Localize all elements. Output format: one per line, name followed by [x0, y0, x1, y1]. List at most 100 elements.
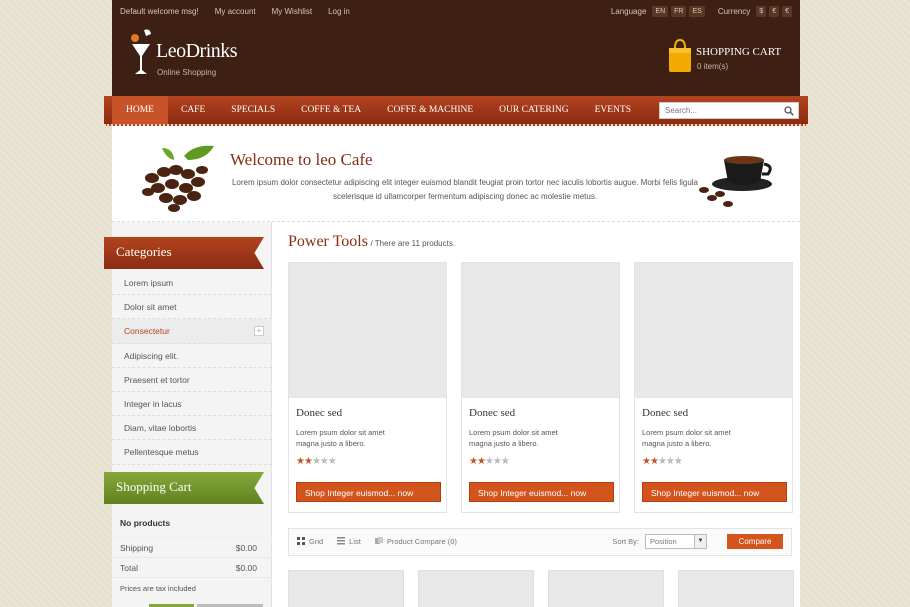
star-empty-icon: ★ — [327, 456, 337, 467]
shopping-bag-icon — [669, 38, 691, 72]
main-content: Power Tools / There are 11 products. Don… — [288, 222, 800, 607]
sidebar: Categories Lorem ipsum Dolor sit amet Co… — [104, 222, 272, 607]
sort-select[interactable]: Position ▼ — [645, 534, 707, 549]
search-icon[interactable] — [784, 106, 794, 116]
expand-plus-icon[interactable]: + — [254, 326, 264, 337]
product-image[interactable] — [288, 570, 404, 607]
product-card: Donec sed Lorem psum dolor sit amet magn… — [634, 262, 793, 513]
my-wishlist-link[interactable]: My Wishlist — [272, 7, 312, 16]
product-name[interactable]: Donec sed — [469, 407, 515, 419]
category-item[interactable]: Pellentesque metus — [112, 440, 272, 465]
welcome-title: Welcome to leo Cafe — [230, 150, 373, 169]
star-empty-icon: ★ — [484, 456, 494, 467]
language-en[interactable]: EN — [652, 6, 669, 17]
currency-euro-2[interactable]: € — [782, 6, 792, 17]
star-filled-icon: ★ — [469, 456, 478, 467]
grid-icon — [297, 537, 305, 545]
currency-dollar[interactable]: $ — [756, 6, 767, 17]
language-label: Language — [610, 7, 647, 16]
nav-our-catering[interactable]: OUR CATERING — [486, 96, 581, 124]
currency-euro[interactable]: € — [769, 6, 780, 17]
shop-now-button[interactable]: Shop Integer euismod... now — [642, 482, 787, 502]
product-image[interactable] — [289, 263, 446, 398]
product-image[interactable] — [462, 263, 619, 398]
shop-now-button[interactable]: Shop Integer euismod... now — [296, 482, 441, 502]
welcome-message: Default welcome msg! — [120, 7, 199, 16]
total-label: Total — [120, 563, 138, 573]
header-cart-count: 0 item(s) — [697, 62, 729, 71]
login-link[interactable]: Log in — [328, 7, 350, 16]
page-title: Power Tools — [288, 233, 368, 250]
product-description: Lorem psum dolor sit amet magna justo a … — [296, 428, 385, 448]
rating-stars: ★★★★★ — [642, 456, 683, 467]
star-filled-icon: ★ — [476, 456, 486, 467]
product-compare-link[interactable]: Product Compare (0) — [374, 537, 457, 546]
product-compare-label: Product Compare (0) — [386, 537, 457, 546]
product-image[interactable] — [548, 570, 664, 607]
category-item[interactable]: Adipiscing elit. — [112, 344, 272, 368]
coffee-beans-image — [142, 145, 214, 212]
product-image[interactable] — [635, 263, 792, 398]
nav-specials[interactable]: SPECIALS — [218, 96, 288, 124]
nav-coffe-machine[interactable]: COFFE & MACHINE — [374, 96, 486, 124]
page: Default welcome msg! My account My Wishl… — [104, 0, 808, 607]
product-card: Donec sed Lorem psum dolor sit amet magn… — [461, 262, 620, 513]
category-item[interactable]: Dolor sit amet — [112, 295, 272, 320]
my-account-link[interactable]: My account — [215, 7, 256, 16]
product-image[interactable] — [418, 570, 534, 607]
category-item-active[interactable]: Consectetur + — [112, 319, 272, 344]
nav-coffe-tea[interactable]: COFFE & TEA — [288, 96, 374, 124]
logo-subtitle: Online Shopping — [157, 68, 217, 77]
language-es[interactable]: ES — [689, 6, 705, 17]
main-nav: HOME CAFE SPECIALS COFFE & TEA COFFE & M… — [104, 96, 808, 126]
category-item[interactable]: Lorem ipsum — [112, 271, 272, 296]
sidebar-cart: No products Shipping $0.00 Total $0.00 P… — [112, 512, 272, 607]
list-label: List — [349, 537, 361, 546]
category-list: Lorem ipsum Dolor sit amet Consectetur +… — [112, 271, 272, 465]
header-cart[interactable]: SHOPPING CART 0 item(s) — [668, 36, 788, 76]
product-grid-row-2 — [288, 570, 794, 607]
star-filled-icon: ★ — [649, 456, 659, 467]
category-item[interactable]: Diam, vitae lobortis — [112, 416, 272, 441]
star-empty-icon: ★ — [673, 456, 683, 467]
product-name[interactable]: Donec sed — [642, 407, 688, 419]
compare-button[interactable]: Compare — [727, 534, 783, 549]
list-icon — [337, 537, 346, 545]
product-card: Donec sed Lorem psum dolor sit amet magn… — [288, 262, 447, 513]
product-name[interactable]: Donec sed — [296, 407, 342, 419]
grid-view-toggle[interactable]: Grid — [297, 537, 323, 546]
category-item[interactable]: Praesent et tortor — [112, 368, 272, 392]
tax-note: Prices are tax included — [120, 584, 196, 593]
cocktail-glass-icon — [131, 29, 151, 74]
star-filled-icon: ★ — [642, 456, 651, 467]
shipping-value: $0.00 — [235, 543, 257, 553]
logo[interactable]: LeoDrinks Online Shopping — [130, 26, 240, 80]
category-item[interactable]: Integer in lacus — [112, 392, 272, 417]
category-title: Power Tools / There are 11 products. — [288, 233, 455, 251]
list-view-toggle[interactable]: List — [337, 537, 361, 546]
product-description: Lorem psum dolor sit amet magna justo a … — [469, 428, 558, 448]
shop-now-button[interactable]: Shop Integer euismod... now — [469, 482, 614, 502]
shipping-row: Shipping $0.00 — [112, 538, 272, 558]
search-box — [659, 102, 799, 119]
search-input[interactable] — [660, 103, 778, 118]
product-toolbar: Grid List Product Compare (0) Sort By: P… — [288, 528, 792, 556]
nav-events[interactable]: EVENTS — [582, 96, 644, 124]
rating-stars: ★★★★★ — [296, 456, 337, 467]
product-image[interactable] — [678, 570, 794, 607]
nav-home[interactable]: HOME — [112, 96, 168, 124]
compare-icon — [374, 537, 383, 544]
star-empty-icon: ★ — [311, 456, 321, 467]
welcome-text: Lorem ipsum dolor consectetur adipiscing… — [231, 178, 699, 201]
product-count: / There are 11 products. — [370, 239, 456, 248]
locale-switcher: Language EN FR ES Currency $ € € — [601, 6, 792, 17]
star-empty-icon: ★ — [500, 456, 510, 467]
grid-label: Grid — [309, 537, 324, 546]
star-filled-icon: ★ — [296, 456, 305, 467]
star-empty-icon: ★ — [657, 456, 667, 467]
sort-select-value: Position — [650, 537, 677, 546]
total-row: Total $0.00 — [112, 558, 272, 578]
language-fr[interactable]: FR — [671, 6, 687, 17]
total-value: $0.00 — [235, 563, 257, 573]
nav-cafe[interactable]: CAFE — [168, 96, 218, 124]
